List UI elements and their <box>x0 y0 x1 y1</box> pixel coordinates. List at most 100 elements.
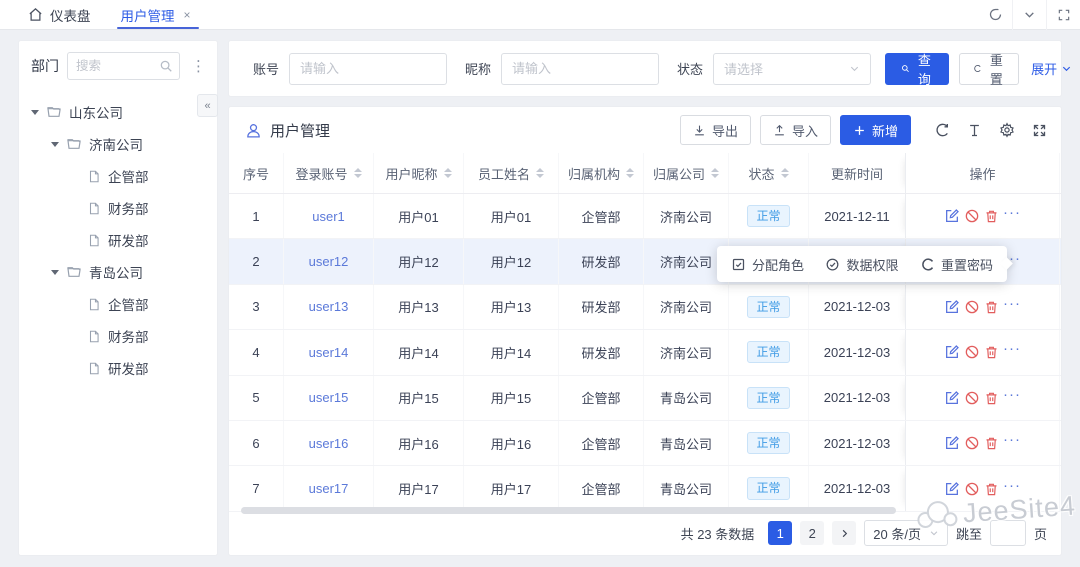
tree-item-企管部[interactable]: 企管部 <box>19 288 217 320</box>
table-row[interactable]: 3 user13 用户13 用户13 研发部 济南公司 正常 2021-12-03 ··· <box>229 284 1061 331</box>
assign-role-menu-item[interactable]: 分配角色 <box>731 255 804 274</box>
tree-item-研发部[interactable]: 研发部 <box>19 224 217 256</box>
cell-seq: 7 <box>229 466 284 511</box>
column-header-5[interactable]: 归属公司 <box>644 153 729 193</box>
table-row[interactable]: 5 user15 用户15 用户15 企管部 青岛公司 正常 2021-12-03 ··· <box>229 375 1061 421</box>
table-row[interactable]: 1 user1 用户01 用户01 企管部 济南公司 正常 2021-12-11 ··· <box>229 194 1061 240</box>
tree-item-财务部[interactable]: 财务部 <box>19 320 217 352</box>
more-actions-button[interactable]: ··· <box>1003 205 1021 222</box>
row-height-icon[interactable] <box>967 123 982 138</box>
delete-button[interactable] <box>984 344 999 360</box>
tab-user-management[interactable]: 用户管理 × <box>116 0 199 29</box>
account-input[interactable] <box>289 52 448 85</box>
delete-button[interactable] <box>984 208 999 224</box>
tab-dashboard[interactable]: 仪表盘 <box>28 5 91 25</box>
column-header-2[interactable]: 用户昵称 <box>374 153 464 193</box>
import-button[interactable]: 导入 <box>759 115 831 145</box>
account-link[interactable]: user17 <box>309 481 349 496</box>
disable-button[interactable] <box>964 299 980 315</box>
tab-user-management-label: 用户管理 <box>120 8 175 24</box>
delete-button[interactable] <box>984 481 999 497</box>
disable-button[interactable] <box>964 208 980 224</box>
kebab-menu-icon[interactable]: ⋮ <box>188 57 209 76</box>
delete-button[interactable] <box>984 299 999 315</box>
expand-toggle-label: 展开 <box>1031 62 1058 77</box>
chevron-down-icon[interactable] <box>1012 0 1046 30</box>
fullscreen-table-icon[interactable] <box>1032 123 1047 138</box>
data-permission-icon <box>827 258 839 270</box>
reset-password-menu-item[interactable]: 重置密码 <box>920 255 993 274</box>
cell-name: 用户15 <box>464 375 559 420</box>
column-header-3[interactable]: 员工姓名 <box>464 153 559 193</box>
fullscreen-icon[interactable] <box>1046 0 1080 30</box>
disable-button[interactable] <box>964 435 980 451</box>
refresh-icon[interactable] <box>934 122 950 138</box>
status-select[interactable]: 请选择 <box>713 52 872 85</box>
account-link[interactable]: user13 <box>309 299 349 314</box>
gear-icon[interactable] <box>999 122 1015 138</box>
disable-button[interactable] <box>964 344 980 360</box>
edit-button[interactable] <box>944 435 960 451</box>
data-permission-menu-item[interactable]: 数据权限 <box>825 255 899 274</box>
export-button[interactable]: 导出 <box>679 115 751 145</box>
column-header-1[interactable]: 登录账号 <box>284 153 374 193</box>
table-row[interactable]: 7 user17 用户17 用户17 企管部 青岛公司 正常 2021-12-03 ··· <box>229 466 1061 512</box>
account-link[interactable]: user14 <box>309 345 349 360</box>
tree-caret-icon[interactable] <box>51 141 59 147</box>
nickname-input[interactable] <box>501 52 660 85</box>
scrollbar-thumb[interactable] <box>241 507 896 514</box>
tree-item-企管部[interactable]: 企管部 <box>19 160 217 192</box>
more-actions-button[interactable]: ··· <box>1003 296 1021 313</box>
tree-item-青岛公司[interactable]: 青岛公司 <box>19 256 217 288</box>
edit-button[interactable] <box>944 208 960 224</box>
account-link[interactable]: user12 <box>309 254 349 269</box>
edit-button[interactable] <box>944 299 960 315</box>
sort-icon[interactable] <box>353 168 362 178</box>
sort-icon[interactable] <box>536 168 544 178</box>
horizontal-scrollbar[interactable] <box>241 507 904 514</box>
cell-name: 用户13 <box>464 284 559 330</box>
disable-button[interactable] <box>964 390 980 406</box>
edit-button[interactable] <box>944 390 960 406</box>
tree-item-研发部[interactable]: 研发部 <box>19 352 217 384</box>
delete-button[interactable] <box>984 390 999 406</box>
edit-button[interactable] <box>944 344 960 360</box>
delete-button[interactable] <box>984 435 999 451</box>
account-link[interactable]: user16 <box>309 436 349 451</box>
disable-button[interactable] <box>964 481 980 497</box>
more-actions-button[interactable]: ··· <box>1003 432 1021 449</box>
expand-toggle[interactable]: 展开 <box>1031 59 1072 78</box>
reset-password-label: 重置密码 <box>940 257 993 273</box>
more-actions-button[interactable]: ··· <box>1003 387 1021 404</box>
column-header-6[interactable]: 状态 <box>729 153 809 193</box>
table-row[interactable]: 6 user16 用户16 用户16 企管部 青岛公司 正常 2021-12-03 ··· <box>229 420 1061 467</box>
more-actions-button[interactable]: ··· <box>1003 478 1021 495</box>
refresh-icon[interactable] <box>978 0 1012 30</box>
close-tab-icon[interactable]: × <box>184 8 191 22</box>
page-button-2[interactable]: 2 <box>800 521 825 545</box>
page-size-select[interactable]: 20 条/页 <box>864 520 948 546</box>
more-actions-button[interactable]: ··· <box>1003 341 1021 358</box>
add-button[interactable]: 新增 <box>839 115 911 145</box>
column-header-4[interactable]: 归属机构 <box>559 153 644 193</box>
edit-button[interactable] <box>944 481 960 497</box>
query-button[interactable]: 查询 <box>885 52 950 87</box>
reset-button[interactable]: 重置 <box>959 52 1020 87</box>
sort-icon[interactable] <box>711 168 719 178</box>
account-link[interactable]: user15 <box>309 390 349 405</box>
page-button-1[interactable]: 1 <box>768 521 793 545</box>
sort-icon[interactable] <box>780 168 789 178</box>
tree-item-财务部[interactable]: 财务部 <box>19 192 217 224</box>
account-field-group: 账号 <box>253 52 448 85</box>
sort-icon[interactable] <box>626 168 634 178</box>
sort-icon[interactable] <box>443 168 452 178</box>
next-page-button[interactable] <box>832 521 857 545</box>
table-row[interactable]: 4 user14 用户14 用户14 研发部 济南公司 正常 2021-12-03 ··· <box>229 330 1061 376</box>
tree-caret-icon[interactable] <box>51 269 59 275</box>
tree-caret-icon[interactable] <box>31 109 39 115</box>
account-link[interactable]: user1 <box>312 209 345 224</box>
jump-page-input[interactable] <box>989 520 1026 546</box>
sidebar-collapse-button[interactable]: « <box>197 94 218 117</box>
tree-item-山东公司[interactable]: 山东公司 <box>19 96 217 128</box>
tree-item-济南公司[interactable]: 济南公司 <box>19 128 217 160</box>
